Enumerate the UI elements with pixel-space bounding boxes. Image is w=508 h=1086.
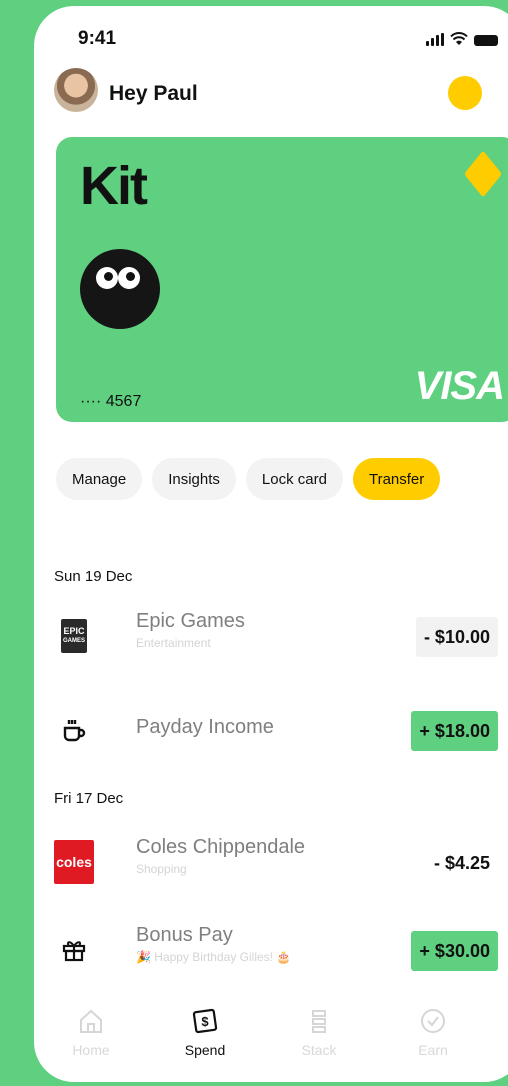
- tab-earn[interactable]: Earn: [376, 1006, 490, 1082]
- transaction-row[interactable]: Bonus Pay 🎉 Happy Birthday Gilles! 🎂 + $…: [54, 920, 498, 980]
- insights-button[interactable]: Insights: [152, 458, 236, 500]
- coffee-cup-icon: [54, 710, 94, 750]
- date-heading: Fri 17 Dec: [54, 790, 124, 807]
- tab-stack[interactable]: Stack: [262, 1006, 376, 1082]
- card-number: ···· 4567: [80, 393, 142, 410]
- transaction-row[interactable]: EPIC GAMES Epic Games Entertainment - $10…: [54, 606, 498, 666]
- epic-games-icon: EPIC GAMES: [54, 616, 94, 656]
- status-icons: [426, 32, 498, 46]
- wifi-icon: [450, 32, 468, 45]
- tab-label: Home: [72, 1042, 110, 1058]
- battery-icon: [474, 35, 498, 46]
- dollar-icon: $: [192, 1008, 218, 1034]
- mascot-icon: [80, 249, 160, 329]
- transaction-amount: - $10.00: [415, 617, 498, 657]
- lock-card-button[interactable]: Lock card: [245, 458, 343, 500]
- transaction-name: Payday Income: [136, 716, 274, 738]
- bank-logo-icon: [464, 150, 502, 198]
- transaction-name: Epic Games: [136, 610, 245, 632]
- tab-label: Spend: [184, 1042, 226, 1058]
- transaction-name: Bonus Pay: [136, 924, 233, 946]
- transaction-amount: + $18.00: [411, 711, 498, 751]
- transaction-category: 🎉 Happy Birthday Gilles! 🎂: [136, 950, 292, 964]
- card-brand: Kit: [80, 156, 148, 216]
- transaction-row[interactable]: Payday Income + $18.00: [54, 700, 498, 760]
- transaction-name: Coles Chippendale: [136, 836, 306, 858]
- status-time: 9:41: [78, 28, 117, 49]
- gift-icon: [54, 930, 94, 970]
- transaction-category: Entertainment: [136, 636, 211, 650]
- tab-home[interactable]: Home: [34, 1006, 148, 1082]
- transfer-button[interactable]: Transfer: [352, 458, 441, 500]
- svg-text:$: $: [201, 1014, 209, 1029]
- transaction-category: Shopping: [136, 862, 187, 876]
- tab-label: Stack: [301, 1042, 337, 1058]
- coles-icon: coles: [54, 840, 94, 884]
- phone-screen: 9:41 Hey Paul Kit ···· 4567 VISA Manage …: [34, 6, 508, 1082]
- avatar[interactable]: [54, 68, 98, 112]
- stack-icon: [312, 1010, 326, 1033]
- notification-dot[interactable]: [448, 76, 482, 110]
- tab-label: Earn: [418, 1042, 448, 1058]
- tab-bar: Home $ Spend Stack Earn: [34, 1006, 490, 1082]
- greeting: Hey Paul: [109, 82, 198, 105]
- card-actions: Manage Insights Lock card Transfer: [56, 458, 441, 500]
- visa-logo: VISA: [414, 364, 505, 408]
- home-icon: [80, 1009, 102, 1033]
- manage-button[interactable]: Manage: [56, 458, 143, 500]
- bank-card[interactable]: Kit ···· 4567 VISA: [56, 137, 508, 422]
- tab-spend[interactable]: $ Spend: [148, 1006, 262, 1082]
- transaction-row[interactable]: coles Coles Chippendale Shopping - $4.25: [54, 832, 498, 892]
- signal-icon: [426, 33, 444, 46]
- date-heading: Sun 19 Dec: [54, 568, 133, 585]
- transaction-amount: - $4.25: [433, 852, 490, 873]
- transaction-amount: + $30.00: [411, 931, 498, 971]
- check-circle-icon: [421, 1009, 445, 1033]
